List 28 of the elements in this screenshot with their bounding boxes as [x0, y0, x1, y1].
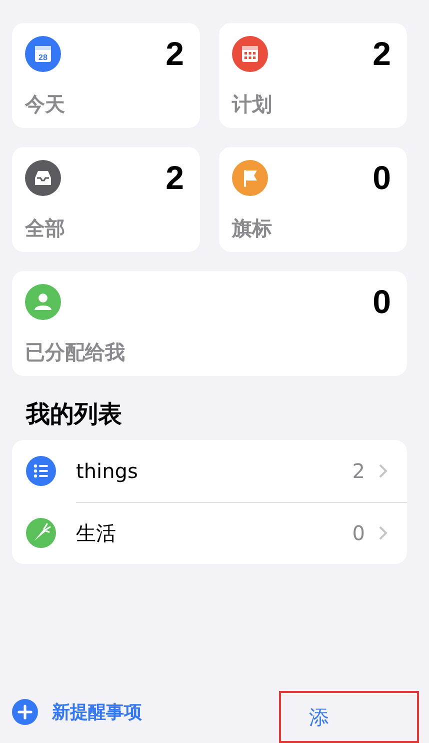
today-icon: 28 [25, 36, 61, 72]
list-name: 生活 [76, 520, 117, 546]
smart-list-card[interactable]: 28 2 今天 [12, 23, 200, 128]
add-icon [12, 699, 38, 725]
smart-list-card[interactable]: 0 旗标 [219, 147, 407, 252]
smart-list-label: 今天 [25, 91, 66, 118]
reminder-count: 2 [166, 160, 184, 196]
list-name: things [76, 458, 139, 482]
reminder-count: 2 [166, 36, 184, 72]
list-row[interactable]: 生活 0 [12, 502, 407, 564]
reminder-count: 0 [372, 160, 391, 196]
reminder-count: 0 [372, 284, 391, 320]
chevron-icon [379, 526, 387, 540]
smart-list-label: 旗标 [232, 215, 273, 242]
smart-list-card[interactable]: 2 全部 [12, 147, 200, 252]
smart-list-label: 全部 [25, 215, 66, 242]
list-count: 2 [352, 458, 365, 482]
chevron-icon [379, 464, 387, 478]
smart-list-label: 计划 [232, 91, 273, 118]
smart-list-label: 已分配给我 [25, 339, 126, 366]
list-count: 0 [352, 521, 365, 545]
section-title: 我的列表 [26, 399, 123, 430]
new-reminder-button[interactable]: 新提醒事项 [12, 699, 142, 725]
smart-list-card[interactable]: 2 计划 [219, 23, 407, 128]
add-list-button[interactable]: 添 [279, 691, 419, 743]
list-row[interactable]: things 2 [12, 440, 407, 502]
smart-list-card[interactable]: 0 已分配给我 [12, 271, 407, 376]
reminder-count: 2 [372, 36, 391, 72]
